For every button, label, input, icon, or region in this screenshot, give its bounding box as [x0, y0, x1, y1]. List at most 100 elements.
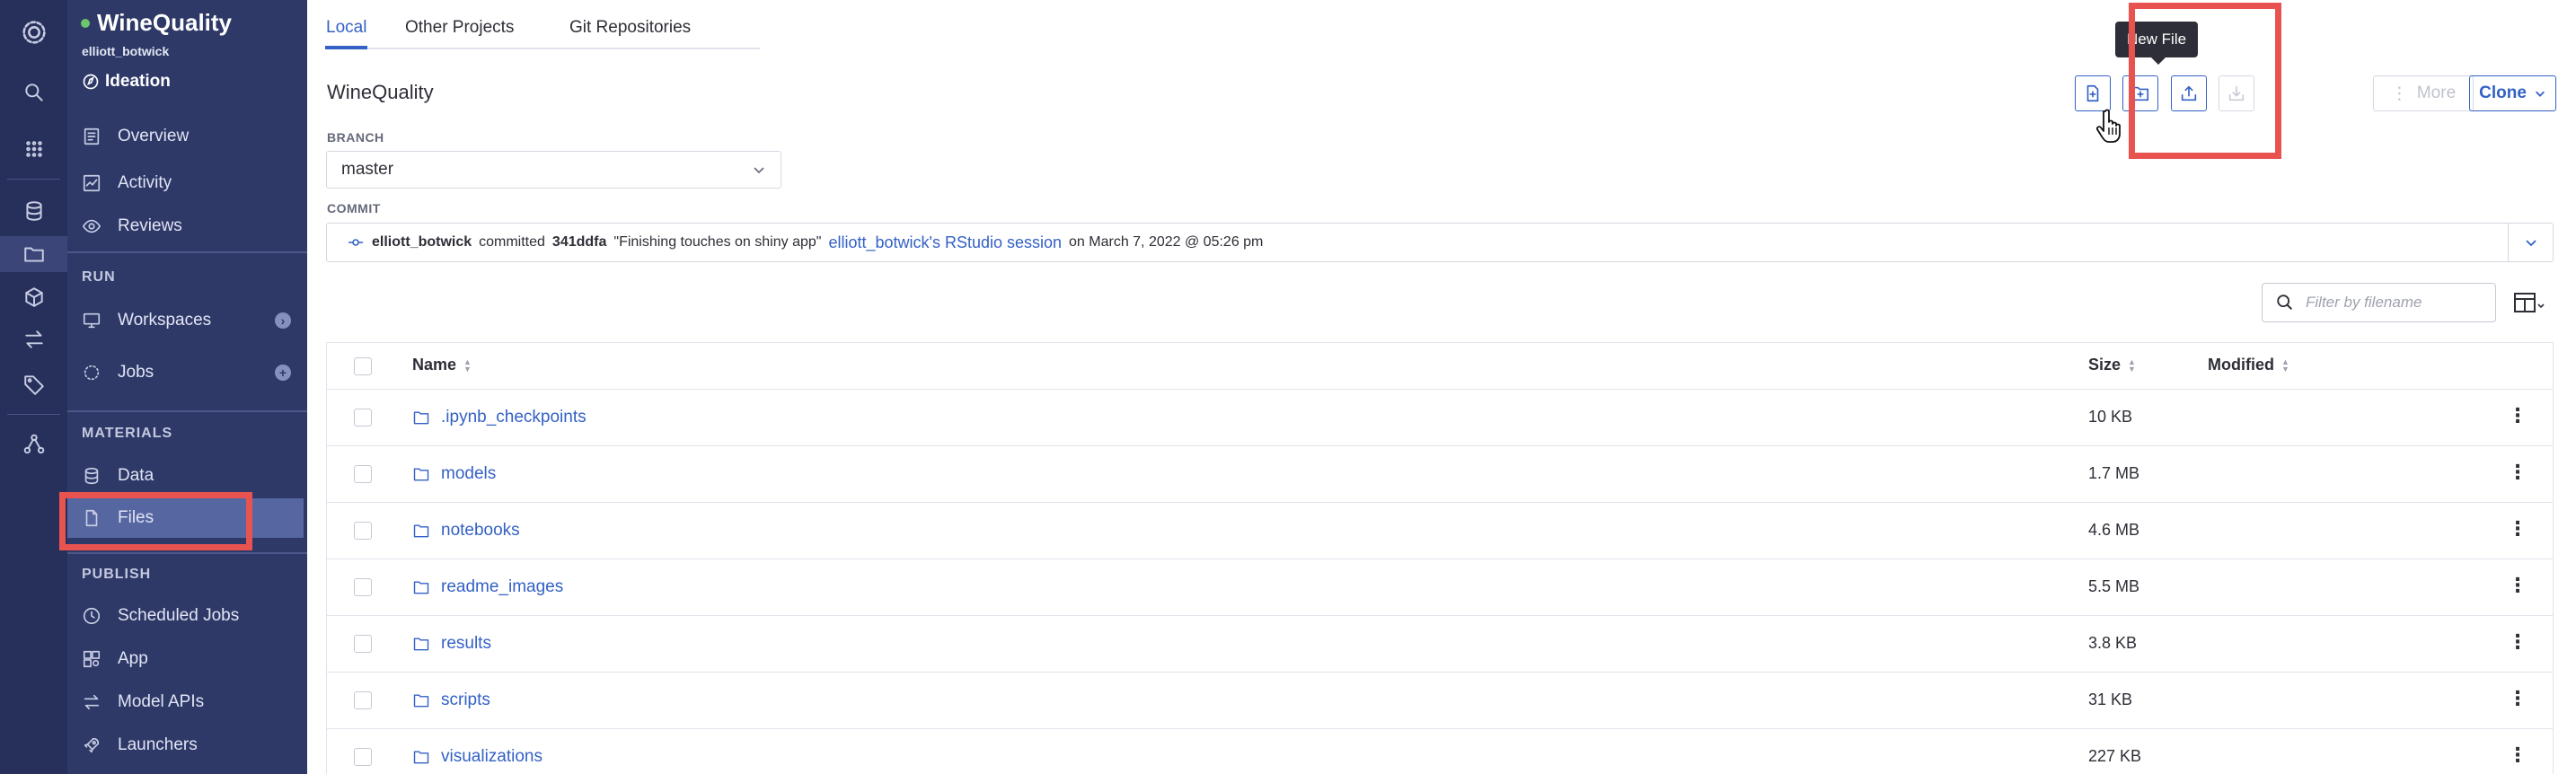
database-icon[interactable] — [0, 193, 67, 229]
row-checkbox[interactable] — [354, 522, 372, 540]
row-checkbox[interactable] — [354, 409, 372, 427]
sidebar-item-label: Scheduled Jobs — [118, 606, 240, 625]
hand-cursor-icon — [2096, 109, 2121, 143]
tab-local[interactable]: Local — [326, 18, 366, 38]
folder-icon[interactable] — [0, 236, 67, 272]
folder-link[interactable]: models — [412, 464, 496, 484]
sidebar-item-jobs[interactable]: Jobs + — [67, 353, 307, 392]
network-icon[interactable] — [0, 427, 67, 462]
row-checkbox[interactable] — [354, 578, 372, 596]
filter-input[interactable] — [2306, 294, 2485, 312]
row-menu-icon[interactable]: ⋮ — [2508, 406, 2527, 426]
sidebar-item-app[interactable]: App — [67, 639, 307, 679]
column-header-modified[interactable]: Modified ▲ ▼ — [2208, 356, 2289, 374]
row-checkbox[interactable] — [354, 465, 372, 483]
table-row[interactable]: readme_images 5.5 MB ⋮ — [327, 559, 2553, 616]
app-logo-icon[interactable] — [0, 14, 67, 50]
sidebar-item-workspaces[interactable]: Workspaces › — [67, 301, 307, 340]
sort-icon: ▲ ▼ — [2281, 356, 2289, 374]
project-owner: elliott_botwick — [82, 44, 170, 58]
commit-expand-button[interactable] — [2508, 224, 2553, 261]
select-all-checkbox[interactable] — [354, 357, 372, 375]
commit-author: elliott_botwick — [372, 234, 472, 250]
row-menu-icon[interactable]: ⋮ — [2508, 519, 2527, 539]
sidebar-item-label: Jobs — [118, 363, 154, 382]
branch-select[interactable]: master — [326, 151, 781, 189]
row-menu-icon[interactable]: ⋮ — [2508, 689, 2527, 708]
tab-other-projects[interactable]: Other Projects — [405, 18, 514, 38]
folder-icon — [413, 751, 429, 764]
tab-git-repositories[interactable]: Git Repositories — [569, 18, 691, 38]
file-size: 5.5 MB — [2088, 577, 2140, 595]
folder-icon — [413, 581, 429, 594]
clone-button[interactable]: Clone — [2469, 75, 2556, 111]
row-menu-icon[interactable]: ⋮ — [2508, 745, 2527, 765]
section-publish: PUBLISH — [82, 567, 152, 582]
chevron-down-icon — [2525, 240, 2536, 247]
folder-link[interactable]: visualizations — [412, 747, 543, 767]
file-size: 3.8 KB — [2088, 634, 2138, 652]
database-icon — [84, 467, 99, 485]
search-icon[interactable] — [0, 75, 67, 110]
new-file-button[interactable] — [2075, 75, 2111, 111]
row-menu-icon[interactable]: ⋮ — [2508, 632, 2527, 652]
row-checkbox[interactable] — [354, 748, 372, 766]
row-checkbox[interactable] — [354, 635, 372, 653]
row-menu-icon[interactable]: ⋮ — [2508, 576, 2527, 595]
jobs-badge[interactable]: + — [275, 365, 291, 381]
sidebar-item-model-apis[interactable]: Model APIs — [67, 682, 307, 722]
sidebar-item-scheduled-jobs[interactable]: Scheduled Jobs — [67, 596, 307, 636]
page-title: WineQuality — [327, 81, 434, 103]
more-button[interactable]: ⋮ More — [2373, 75, 2474, 111]
row-menu-icon[interactable]: ⋮ — [2508, 462, 2527, 482]
folder-link[interactable]: notebooks — [412, 521, 520, 541]
apps-grid-icon[interactable] — [0, 131, 67, 167]
commit-icon — [348, 239, 363, 246]
branch-value: master — [341, 160, 394, 179]
folder-name: .ipynb_checkpoints — [441, 408, 587, 427]
more-dots-icon: ⋮ — [2390, 84, 2408, 103]
folder-link[interactable]: readme_images — [412, 577, 563, 597]
commit-message: "Finishing touches on shiny app" — [613, 234, 822, 250]
folder-icon — [413, 411, 429, 425]
file-size: 10 KB — [2088, 408, 2133, 426]
sidebar-item-overview[interactable]: Overview — [67, 117, 307, 156]
folder-link[interactable]: .ipynb_checkpoints — [412, 408, 587, 427]
cube-icon[interactable] — [0, 279, 67, 315]
sidebar-item-launchers[interactable]: Launchers — [67, 726, 307, 765]
table-row[interactable]: .ipynb_checkpoints 10 KB ⋮ — [327, 390, 2553, 446]
commit-date: on March 7, 2022 @ 05:26 pm — [1069, 234, 1264, 250]
sidebar-item-data[interactable]: Data — [67, 456, 307, 496]
folder-link[interactable]: results — [412, 634, 491, 654]
folder-name: models — [441, 464, 497, 483]
app-icon — [83, 650, 101, 668]
sidebar-item-label: Model APIs — [118, 692, 205, 711]
transfer-icon[interactable] — [0, 321, 67, 357]
commit-session-link[interactable]: elliott_botwick's RStudio session — [828, 233, 1062, 252]
tag-icon[interactable] — [0, 366, 67, 402]
sidebar-item-reviews[interactable]: Reviews — [67, 207, 307, 246]
activity-icon — [83, 174, 101, 192]
file-size: 227 KB — [2088, 747, 2142, 765]
table-row[interactable]: notebooks 4.6 MB ⋮ — [327, 503, 2553, 559]
workspaces-badge[interactable]: › — [275, 312, 291, 329]
table-row[interactable]: scripts 31 KB ⋮ — [327, 673, 2553, 729]
table-row[interactable]: visualizations 227 KB ⋮ — [327, 729, 2553, 774]
table-row[interactable]: results 3.8 KB ⋮ — [327, 616, 2553, 673]
project-stage[interactable]: Ideation — [82, 72, 171, 92]
more-label: More — [2416, 84, 2457, 102]
project-title[interactable]: WineQuality — [81, 9, 232, 37]
file-size: 1.7 MB — [2088, 464, 2140, 482]
overview-icon — [84, 128, 100, 145]
sort-icon: ▲ ▼ — [2128, 356, 2136, 374]
table-row[interactable]: models 1.7 MB ⋮ — [327, 446, 2553, 503]
column-picker-button[interactable] — [2513, 289, 2545, 316]
column-header-name[interactable]: Name ▲ ▼ — [412, 356, 472, 374]
filter-search-box[interactable] — [2262, 283, 2496, 322]
folder-name: notebooks — [441, 521, 520, 540]
commit-hash: 341ddfa — [551, 234, 607, 250]
sidebar-item-activity[interactable]: Activity — [67, 163, 307, 203]
column-header-size[interactable]: Size ▲ ▼ — [2088, 356, 2136, 374]
folder-link[interactable]: scripts — [412, 690, 490, 710]
row-checkbox[interactable] — [354, 691, 372, 709]
